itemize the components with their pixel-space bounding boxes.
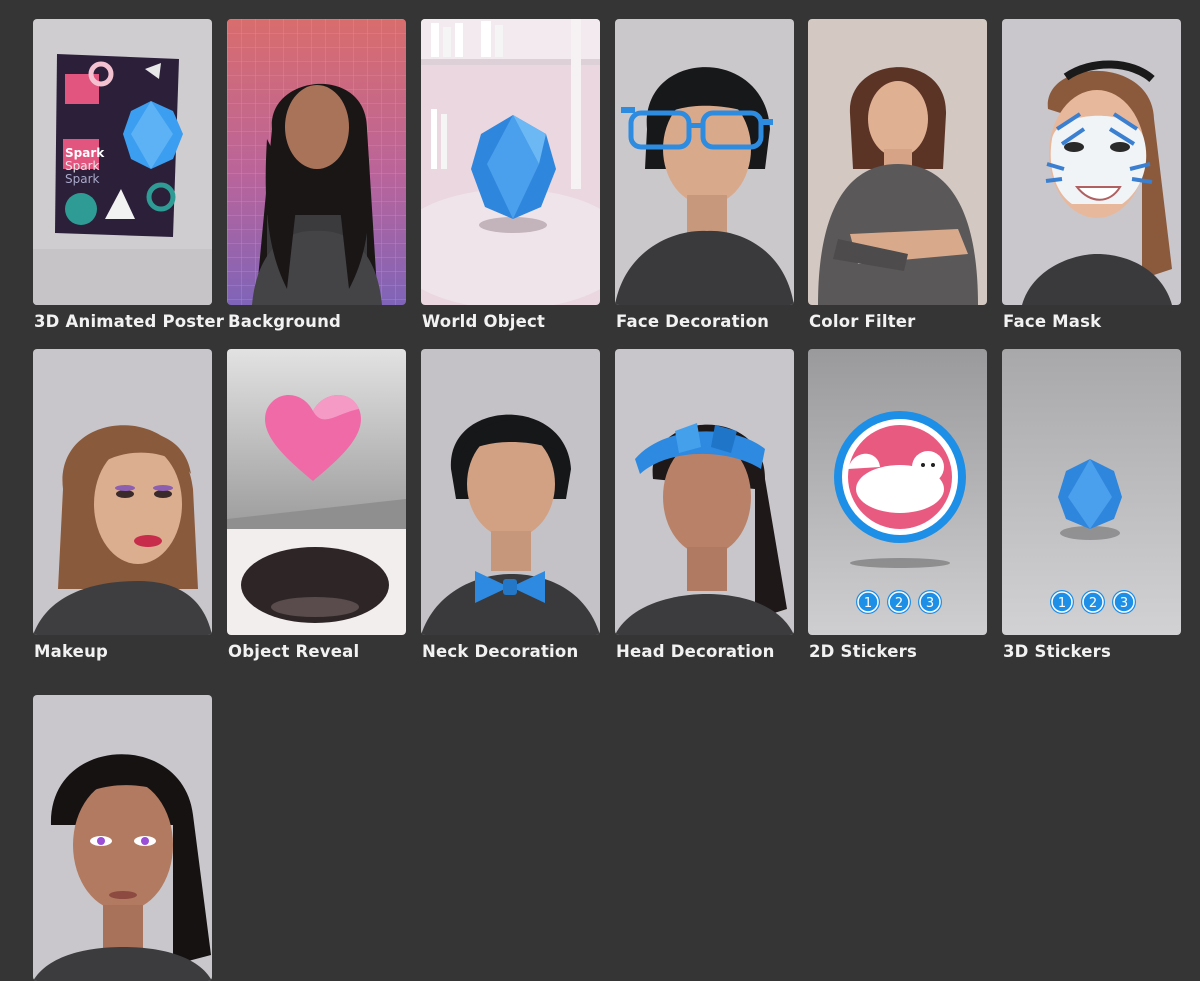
thumbnail-object-reveal xyxy=(227,349,406,635)
template-label: World Object xyxy=(422,312,546,331)
step-3-label: 3 xyxy=(926,596,934,611)
step-2-label: 2 xyxy=(895,596,903,611)
template-label: Background xyxy=(228,312,342,331)
thumbnail-3d-stickers: 1 2 3 xyxy=(1002,349,1181,635)
template-label: Head Decoration xyxy=(616,642,775,661)
sticker-step-indicators: 1 2 3 xyxy=(1050,590,1136,614)
thumbnail-head-decoration xyxy=(615,349,794,635)
step-1-label: 1 xyxy=(1058,596,1066,611)
thumbnail-face-mask xyxy=(1002,19,1181,305)
thumbnail-background xyxy=(227,19,406,305)
step-3-label: 3 xyxy=(1120,596,1128,611)
template-label: Neck Decoration xyxy=(422,642,579,661)
step-2-label: 2 xyxy=(1089,596,1097,611)
poster-text-1: Spark xyxy=(65,146,105,160)
sticker-step-indicators: 1 2 3 xyxy=(856,590,942,614)
template-label: 3D Animated Poster xyxy=(34,312,225,331)
template-label: Color Filter xyxy=(809,312,916,331)
thumbnail-3d-animated-poster: Spark Spark Spark xyxy=(33,19,212,305)
thumbnail-world-object xyxy=(421,19,600,305)
thumbnail-makeup xyxy=(33,349,212,635)
template-label: Object Reveal xyxy=(228,642,360,661)
thumbnail-2d-stickers: 1 2 3 xyxy=(808,349,987,635)
template-label: Makeup xyxy=(34,642,109,661)
thumbnail-eye-color xyxy=(33,695,212,981)
template-label: 3D Stickers xyxy=(1003,642,1112,661)
step-1-label: 1 xyxy=(864,596,872,611)
poster-text-2: Spark xyxy=(65,159,100,173)
template-label: 2D Stickers xyxy=(809,642,918,661)
poster-text-3: Spark xyxy=(65,172,100,186)
template-label: Face Decoration xyxy=(616,312,770,331)
thumbnail-color-filter xyxy=(808,19,987,305)
template-label: Face Mask xyxy=(1003,312,1102,331)
thumbnail-neck-decoration xyxy=(421,349,600,635)
thumbnail-face-decoration xyxy=(615,19,794,305)
